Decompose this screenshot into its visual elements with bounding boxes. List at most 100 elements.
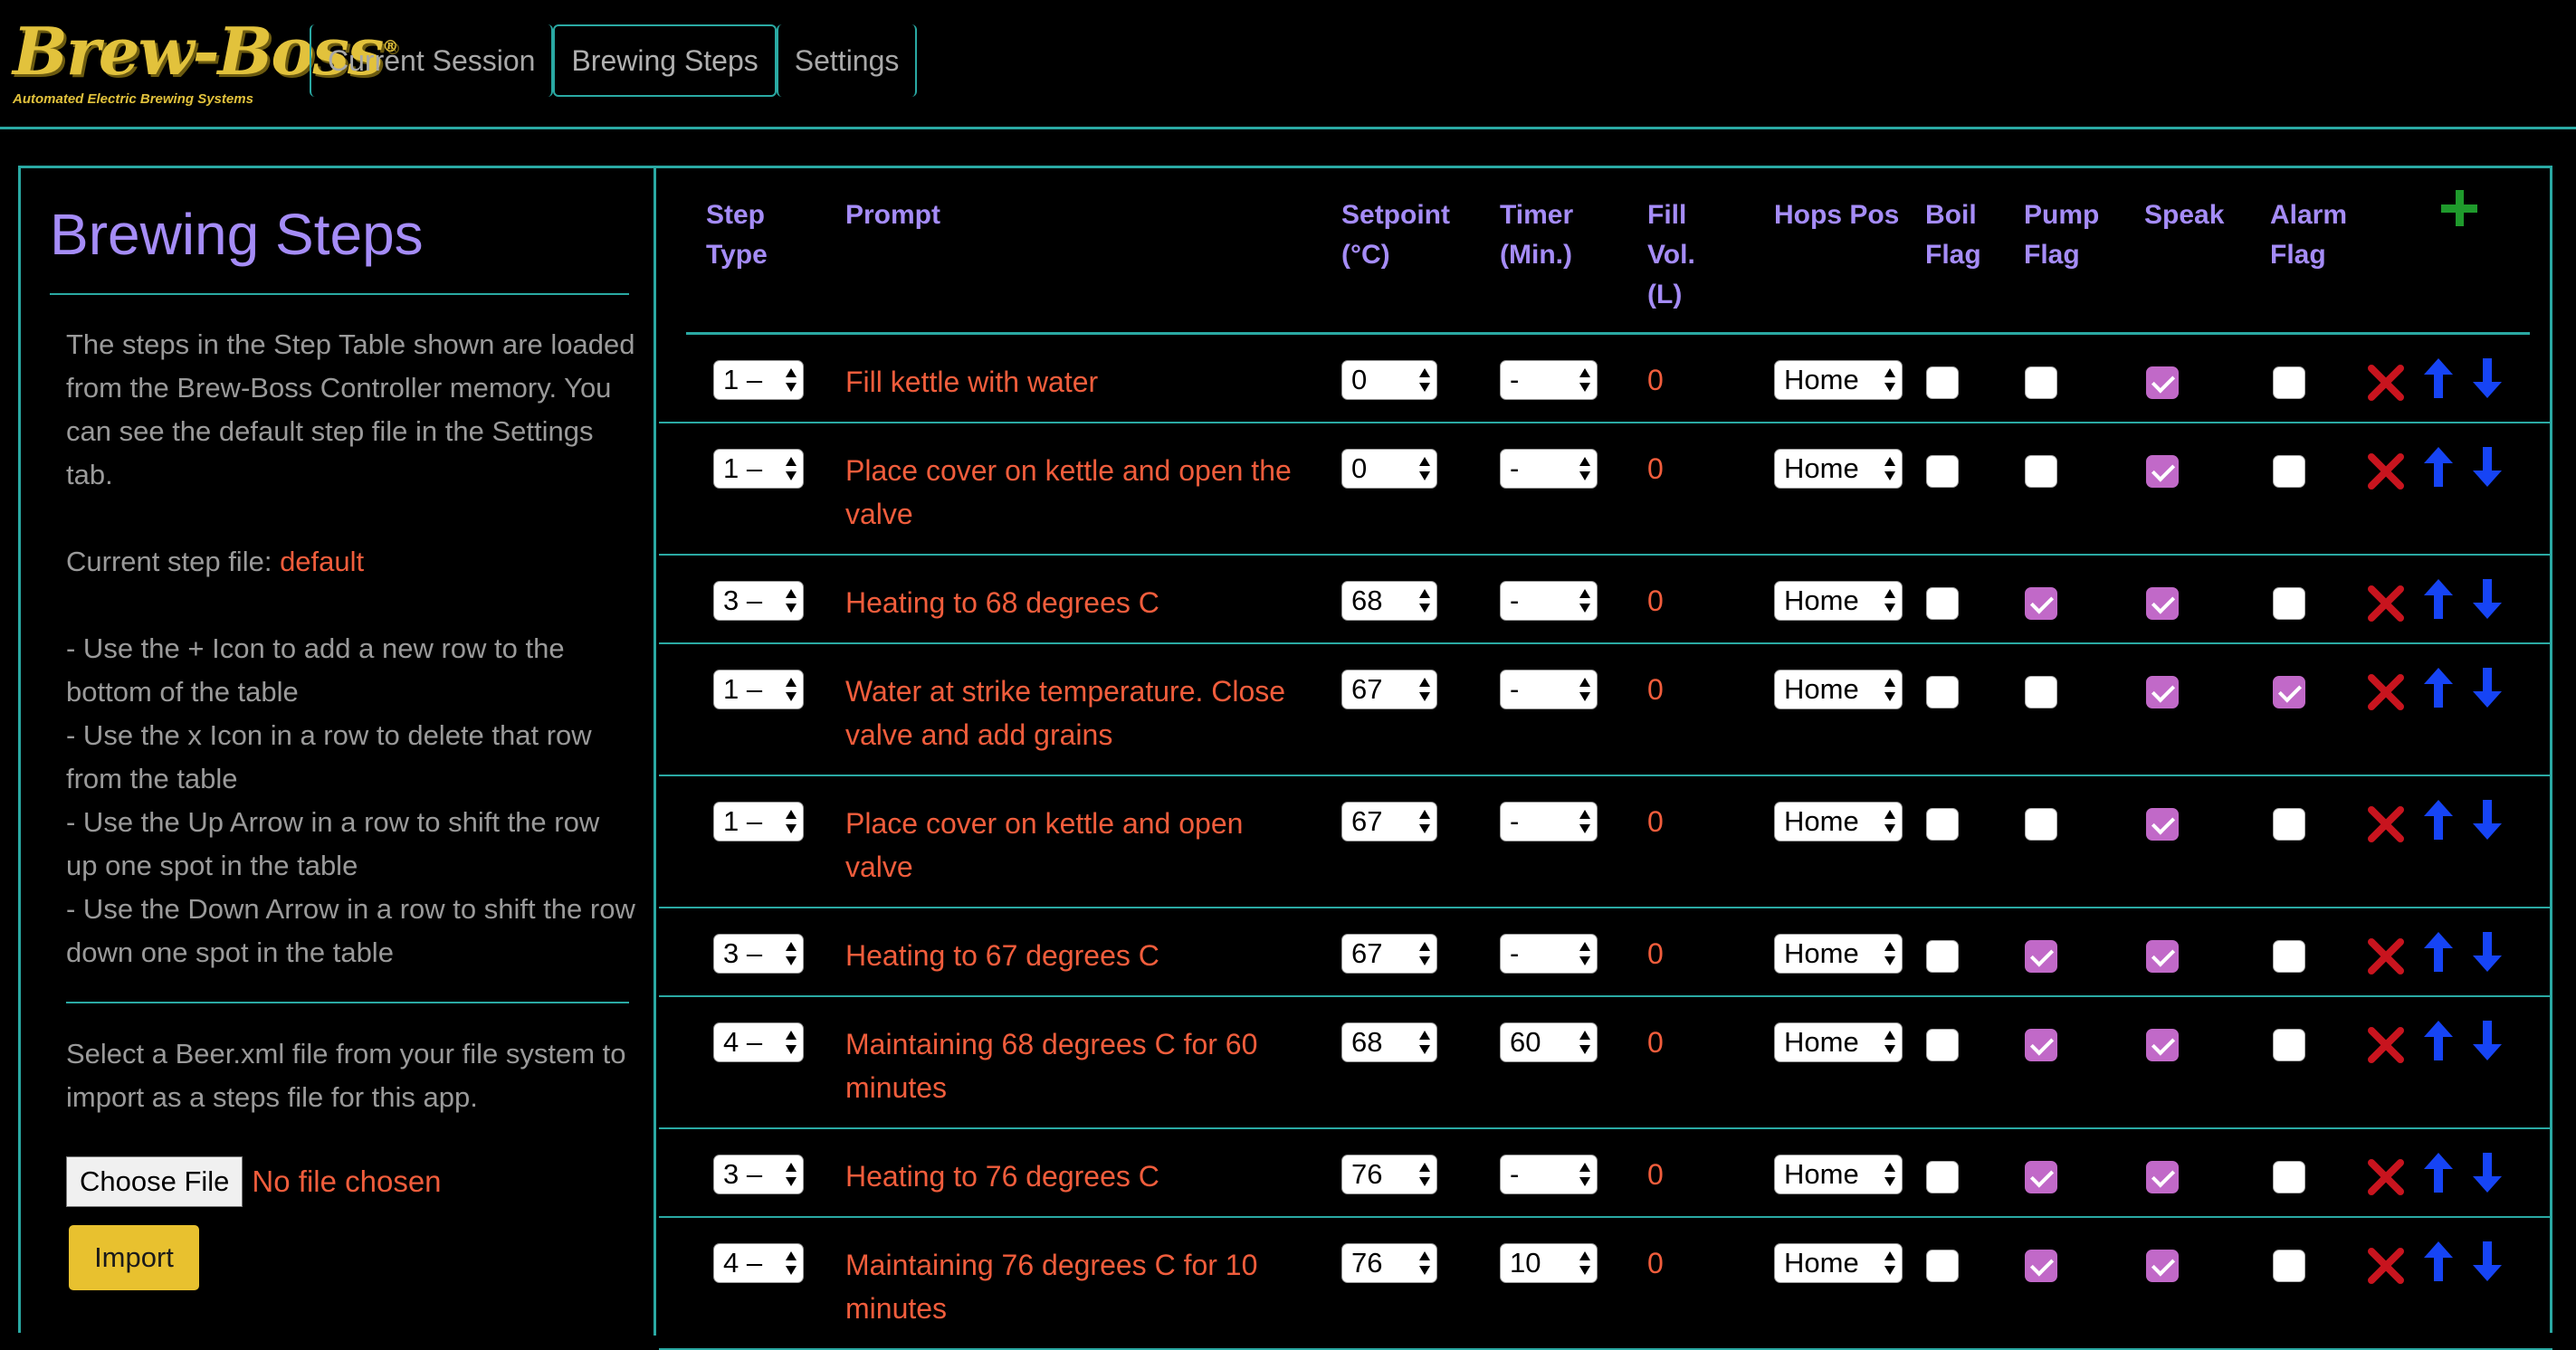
- pump-flag-checkbox[interactable]: [2025, 1161, 2057, 1193]
- speak-checkbox[interactable]: [2146, 940, 2179, 973]
- timer-select[interactable]: -: [1500, 670, 1598, 709]
- setpoint-select[interactable]: 67: [1341, 670, 1437, 709]
- speak-checkbox[interactable]: [2146, 1250, 2179, 1282]
- alarm-flag-checkbox[interactable]: [2273, 455, 2305, 488]
- step-type-select[interactable]: 1 –: [713, 449, 804, 489]
- prompt-text[interactable]: Water at strike temperature. Close valve…: [845, 670, 1316, 756]
- hops-pos-select[interactable]: Home: [1774, 1243, 1903, 1283]
- setpoint-select[interactable]: 68: [1341, 581, 1437, 621]
- pump-flag-checkbox[interactable]: [2025, 587, 2057, 620]
- arrow-up-icon[interactable]: [2422, 1019, 2455, 1062]
- delete-row-icon[interactable]: [2367, 452, 2405, 490]
- arrow-down-icon[interactable]: [2471, 666, 2504, 709]
- pump-flag-checkbox[interactable]: [2025, 455, 2057, 488]
- delete-row-icon[interactable]: [2367, 364, 2405, 402]
- boil-flag-checkbox[interactable]: [1926, 587, 1959, 620]
- pump-flag-checkbox[interactable]: [2025, 940, 2057, 973]
- step-type-select[interactable]: 3 –: [713, 1155, 804, 1194]
- prompt-text[interactable]: Heating to 68 degrees C: [845, 581, 1316, 624]
- alarm-flag-checkbox[interactable]: [2273, 940, 2305, 973]
- prompt-text[interactable]: Fill kettle with water: [845, 360, 1316, 404]
- tab-settings[interactable]: Settings: [776, 24, 918, 97]
- timer-select[interactable]: -: [1500, 581, 1598, 621]
- setpoint-select[interactable]: 68: [1341, 1022, 1437, 1062]
- arrow-up-icon[interactable]: [2422, 1151, 2455, 1194]
- pump-flag-checkbox[interactable]: [2025, 366, 2057, 399]
- prompt-text[interactable]: Place cover on kettle and open the valve: [845, 449, 1316, 536]
- pump-flag-checkbox[interactable]: [2025, 1029, 2057, 1061]
- arrow-up-icon[interactable]: [2422, 666, 2455, 709]
- timer-select[interactable]: -: [1500, 934, 1598, 974]
- prompt-text[interactable]: Maintaining 68 degrees C for 60 minutes: [845, 1022, 1316, 1109]
- speak-checkbox[interactable]: [2146, 587, 2179, 620]
- tab-current-session[interactable]: Current Session: [310, 24, 554, 97]
- speak-checkbox[interactable]: [2146, 808, 2179, 841]
- speak-checkbox[interactable]: [2146, 1029, 2179, 1061]
- arrow-down-icon[interactable]: [2471, 1151, 2504, 1194]
- boil-flag-checkbox[interactable]: [1926, 808, 1959, 841]
- speak-checkbox[interactable]: [2146, 366, 2179, 399]
- boil-flag-checkbox[interactable]: [1926, 1161, 1959, 1193]
- prompt-text[interactable]: Heating to 67 degrees C: [845, 934, 1316, 977]
- prompt-text[interactable]: Place cover on kettle and open valve: [845, 802, 1316, 889]
- step-type-select[interactable]: 4 –: [713, 1243, 804, 1283]
- arrow-down-icon[interactable]: [2471, 798, 2504, 841]
- timer-select[interactable]: 60: [1500, 1022, 1598, 1062]
- hops-pos-select[interactable]: Home: [1774, 934, 1903, 974]
- boil-flag-checkbox[interactable]: [1926, 366, 1959, 399]
- add-row-icon[interactable]: [2439, 188, 2479, 228]
- timer-select[interactable]: -: [1500, 360, 1598, 400]
- arrow-up-icon[interactable]: [2422, 798, 2455, 841]
- step-type-select[interactable]: 1 –: [713, 360, 804, 400]
- tab-brewing-steps[interactable]: Brewing Steps: [553, 24, 777, 97]
- prompt-text[interactable]: Heating to 76 degrees C: [845, 1155, 1316, 1198]
- step-type-select[interactable]: 1 –: [713, 802, 804, 841]
- alarm-flag-checkbox[interactable]: [2273, 676, 2305, 708]
- pump-flag-checkbox[interactable]: [2025, 808, 2057, 841]
- speak-checkbox[interactable]: [2146, 676, 2179, 708]
- step-type-select[interactable]: 3 –: [713, 581, 804, 621]
- setpoint-select[interactable]: 0: [1341, 449, 1437, 489]
- setpoint-select[interactable]: 76: [1341, 1155, 1437, 1194]
- alarm-flag-checkbox[interactable]: [2273, 587, 2305, 620]
- delete-row-icon[interactable]: [2367, 673, 2405, 711]
- arrow-down-icon[interactable]: [2471, 357, 2504, 400]
- delete-row-icon[interactable]: [2367, 1026, 2405, 1064]
- arrow-down-icon[interactable]: [2471, 930, 2504, 974]
- delete-row-icon[interactable]: [2367, 1158, 2405, 1196]
- arrow-up-icon[interactable]: [2422, 1240, 2455, 1283]
- alarm-flag-checkbox[interactable]: [2273, 1250, 2305, 1282]
- hops-pos-select[interactable]: Home: [1774, 581, 1903, 621]
- setpoint-select[interactable]: 76: [1341, 1243, 1437, 1283]
- delete-row-icon[interactable]: [2367, 805, 2405, 843]
- arrow-up-icon[interactable]: [2422, 445, 2455, 489]
- step-type-select[interactable]: 4 –: [713, 1022, 804, 1062]
- hops-pos-select[interactable]: Home: [1774, 1155, 1903, 1194]
- timer-select[interactable]: 10: [1500, 1243, 1598, 1283]
- arrow-down-icon[interactable]: [2471, 1019, 2504, 1062]
- boil-flag-checkbox[interactable]: [1926, 1250, 1959, 1282]
- delete-row-icon[interactable]: [2367, 1247, 2405, 1285]
- speak-checkbox[interactable]: [2146, 1161, 2179, 1193]
- alarm-flag-checkbox[interactable]: [2273, 808, 2305, 841]
- boil-flag-checkbox[interactable]: [1926, 455, 1959, 488]
- arrow-down-icon[interactable]: [2471, 577, 2504, 621]
- pump-flag-checkbox[interactable]: [2025, 1250, 2057, 1282]
- timer-select[interactable]: -: [1500, 449, 1598, 489]
- alarm-flag-checkbox[interactable]: [2273, 1029, 2305, 1061]
- hops-pos-select[interactable]: Home: [1774, 670, 1903, 709]
- boil-flag-checkbox[interactable]: [1926, 940, 1959, 973]
- alarm-flag-checkbox[interactable]: [2273, 1161, 2305, 1193]
- hops-pos-select[interactable]: Home: [1774, 360, 1903, 400]
- boil-flag-checkbox[interactable]: [1926, 1029, 1959, 1061]
- speak-checkbox[interactable]: [2146, 455, 2179, 488]
- arrow-up-icon[interactable]: [2422, 357, 2455, 400]
- alarm-flag-checkbox[interactable]: [2273, 366, 2305, 399]
- brew-boss-logo[interactable]: Brew-Boss® Automated Electric Brewing Sy…: [13, 13, 398, 109]
- hops-pos-select[interactable]: Home: [1774, 449, 1903, 489]
- timer-select[interactable]: -: [1500, 1155, 1598, 1194]
- hops-pos-select[interactable]: Home: [1774, 1022, 1903, 1062]
- step-type-select[interactable]: 1 –: [713, 670, 804, 709]
- timer-select[interactable]: -: [1500, 802, 1598, 841]
- arrow-up-icon[interactable]: [2422, 577, 2455, 621]
